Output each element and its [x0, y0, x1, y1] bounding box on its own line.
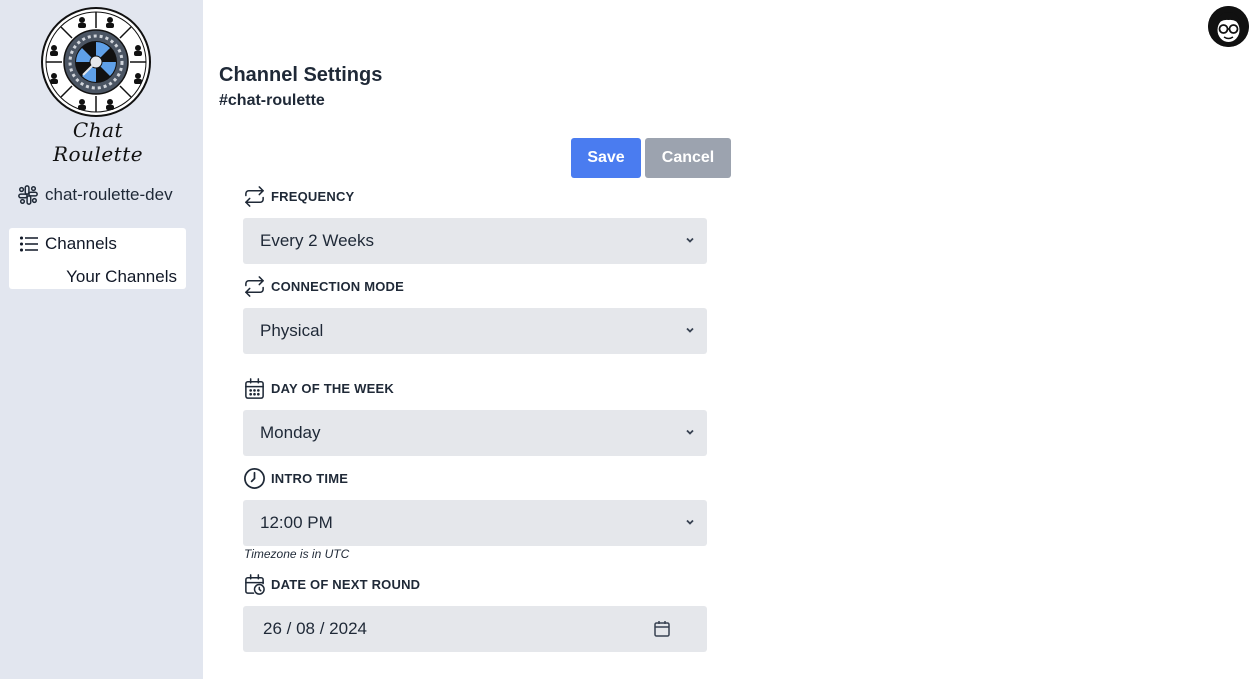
- timezone-hint: Timezone is in UTC: [244, 547, 350, 561]
- day-of-week-select[interactable]: Monday: [243, 410, 707, 456]
- calendar-picker-icon[interactable]: [653, 620, 671, 638]
- workspace-name[interactable]: chat-roulette-dev: [17, 182, 173, 208]
- roulette-logo-icon: [41, 7, 151, 117]
- page-title: Channel Settings: [219, 64, 383, 86]
- channel-name: #chat-roulette: [219, 92, 325, 109]
- workspace-label: chat-roulette-dev: [45, 185, 173, 204]
- connection-mode-label: CONNECTION MODE: [243, 275, 404, 298]
- next-round-date-input[interactable]: 26 / 08 / 2024: [243, 606, 707, 652]
- next-round-label-text: DATE OF NEXT ROUND: [271, 577, 421, 592]
- calendar-icon: [245, 378, 264, 399]
- sidebar-item-channels[interactable]: Channels: [19, 234, 117, 254]
- logo-wordmark: Chat Roulette: [52, 118, 144, 166]
- connection-mode-value: Physical: [260, 321, 324, 340]
- calendar-clock-icon: [245, 574, 265, 595]
- intro-time-select[interactable]: 12:00 PM: [243, 500, 707, 546]
- user-avatar-icon: [1208, 6, 1249, 47]
- sidebar: Chat Roulette chat-roulette-dev Channels…: [0, 0, 203, 679]
- clock-icon: [244, 468, 265, 489]
- connection-mode-label-text: CONNECTION MODE: [271, 279, 404, 294]
- chevron-down-icon: [686, 237, 694, 243]
- save-button[interactable]: Save: [571, 138, 641, 178]
- slack-icon: [18, 185, 38, 205]
- frequency-label-text: FREQUENCY: [271, 189, 355, 204]
- frequency-value: Every 2 Weeks: [260, 231, 375, 250]
- cancel-button[interactable]: Cancel: [645, 138, 731, 178]
- intro-time-label: INTRO TIME: [243, 467, 348, 490]
- repeat-icon: [245, 276, 264, 297]
- next-round-value: 26 / 08 / 2024: [263, 619, 367, 638]
- intro-time-label-text: INTRO TIME: [271, 471, 349, 486]
- list-icon: [19, 236, 38, 252]
- chevron-down-icon: [686, 519, 694, 525]
- app-logo[interactable]: Chat Roulette: [40, 6, 156, 166]
- day-of-week-label-text: DAY OF THE WEEK: [271, 381, 394, 396]
- repeat-icon: [245, 186, 264, 207]
- frequency-label: FREQUENCY: [243, 185, 354, 208]
- day-of-week-value: Monday: [260, 423, 321, 442]
- sidebar-item-your-channels[interactable]: Your Channels: [66, 267, 177, 287]
- frequency-select[interactable]: Every 2 Weeks: [243, 218, 707, 264]
- sidebar-nav: Channels Your Channels: [9, 228, 186, 289]
- connection-mode-select[interactable]: Physical: [243, 308, 707, 354]
- chevron-down-icon: [686, 327, 694, 333]
- intro-time-value: 12:00 PM: [260, 513, 333, 532]
- next-round-label: DATE OF NEXT ROUND: [243, 573, 420, 596]
- sidebar-item-channels-label: Channels: [45, 234, 117, 253]
- chevron-down-icon: [686, 429, 694, 435]
- avatar[interactable]: [1208, 6, 1249, 47]
- day-of-week-label: DAY OF THE WEEK: [243, 377, 394, 400]
